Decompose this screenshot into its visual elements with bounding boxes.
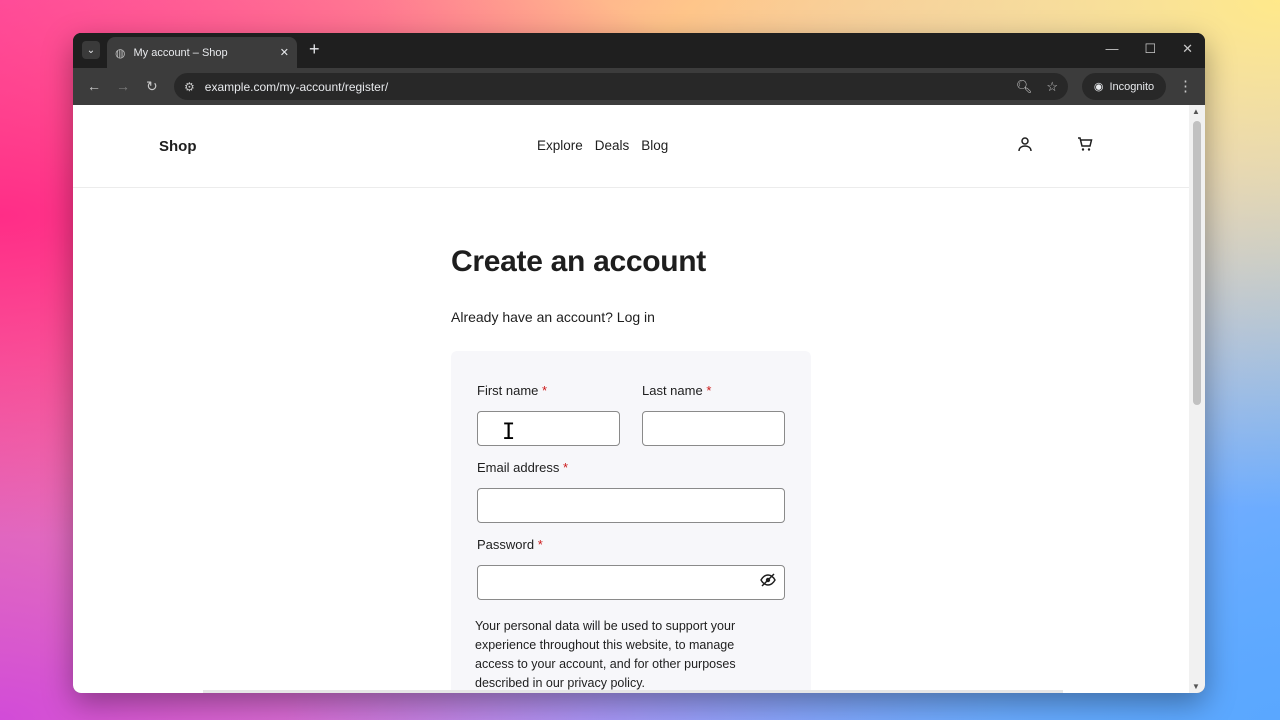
scroll-thumb[interactable] xyxy=(1193,121,1201,405)
tab-bar: ⌄ ◍ My account – Shop ✕ + — ☐ ✕ xyxy=(73,33,1205,68)
zoom-icon[interactable]: 🔍︎ xyxy=(1016,79,1033,95)
last-name-label: Last name * xyxy=(642,383,712,398)
tab-search-button[interactable]: ⌄ xyxy=(82,41,100,59)
eye-off-icon[interactable] xyxy=(760,573,776,591)
email-field[interactable] xyxy=(477,488,785,523)
email-label: Email address * xyxy=(477,460,569,475)
page-title: Create an account xyxy=(451,245,706,278)
chevron-down-icon: ⌄ xyxy=(86,44,96,56)
required-mark: * xyxy=(563,460,569,475)
browser-toolbar: ← → ↻ ⚙ example.com/my-account/register/… xyxy=(73,68,1205,105)
address-bar[interactable]: ⚙ example.com/my-account/register/ 🔍︎ ☆ xyxy=(174,73,1068,100)
site-settings-icon[interactable]: ⚙ xyxy=(184,80,195,94)
text-cursor-icon: I xyxy=(502,420,516,445)
cart-icon[interactable] xyxy=(1077,136,1093,156)
new-tab-button[interactable]: + xyxy=(309,39,320,60)
privacy-note: Your personal data will be used to suppo… xyxy=(475,619,736,690)
more-menu-icon[interactable]: ⋮ xyxy=(1178,77,1193,95)
site-logo[interactable]: Shop xyxy=(159,138,197,155)
tab-title: My account – Shop xyxy=(133,46,228,59)
browser-window: ⌄ ◍ My account – Shop ✕ + — ☐ ✕ ← → ↻ ⚙ … xyxy=(73,33,1205,693)
bookmark-star-icon[interactable]: ☆ xyxy=(1046,79,1058,95)
password-label: Password * xyxy=(477,537,543,552)
last-name-field[interactable] xyxy=(642,411,785,446)
incognito-label: Incognito xyxy=(1109,80,1155,93)
login-prompt[interactable]: Already have an account? Log in xyxy=(451,309,811,325)
required-mark: * xyxy=(537,537,543,552)
page-viewport: Shop Explore Deals Blog Create an accoun… xyxy=(73,105,1189,693)
nav-explore[interactable]: Explore xyxy=(537,138,583,153)
scroll-up-icon[interactable]: ▲ xyxy=(1192,107,1200,116)
minimize-icon[interactable]: — xyxy=(1105,41,1118,57)
forward-icon[interactable]: → xyxy=(116,78,130,94)
register-section: Create an account Already have an accoun… xyxy=(451,245,811,325)
globe-icon: ◍ xyxy=(115,45,126,60)
nav-deals[interactable]: Deals xyxy=(595,138,630,153)
incognito-badge[interactable]: ◉ Incognito xyxy=(1082,73,1166,100)
url-text[interactable]: example.com/my-account/register/ xyxy=(205,80,1006,94)
incognito-icon: ◉ xyxy=(1093,81,1104,93)
close-window-icon[interactable]: ✕ xyxy=(1182,41,1193,57)
nav-blog[interactable]: Blog xyxy=(641,138,668,153)
window-controls: — ☐ ✕ xyxy=(1105,41,1193,57)
close-tab-icon[interactable]: ✕ xyxy=(280,46,289,59)
first-name-label: First name * xyxy=(477,383,548,398)
user-icon[interactable] xyxy=(1017,136,1033,156)
vertical-scrollbar[interactable]: ▲ ▼ xyxy=(1189,105,1205,693)
required-mark: * xyxy=(706,383,712,398)
first-name-field[interactable]: I xyxy=(477,411,620,446)
reload-icon[interactable]: ↻ xyxy=(146,78,158,95)
maximize-icon[interactable]: ☐ xyxy=(1144,41,1156,57)
password-field[interactable] xyxy=(477,565,785,600)
scroll-down-icon[interactable]: ▼ xyxy=(1192,682,1200,691)
required-mark: * xyxy=(542,383,548,398)
horizontal-scrollbar[interactable] xyxy=(203,690,1063,693)
tab-active[interactable]: ◍ My account – Shop ✕ xyxy=(107,37,297,68)
site-header: Shop Explore Deals Blog xyxy=(73,105,1189,188)
register-form: First name * I Last name * Email address… xyxy=(451,351,811,693)
back-icon[interactable]: ← xyxy=(87,78,101,94)
main-nav: Explore Deals Blog xyxy=(537,138,668,153)
